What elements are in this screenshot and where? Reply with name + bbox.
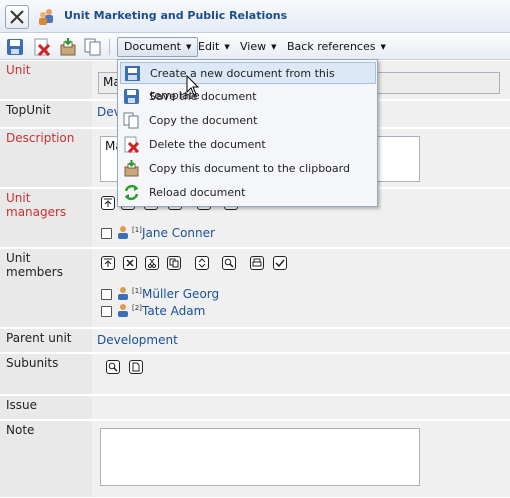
copy-button[interactable] <box>167 256 181 270</box>
menu-item-label: Copy the document <box>149 114 258 127</box>
member-name-link[interactable]: Müller Georg <box>142 287 219 301</box>
issue-label: Issue <box>0 396 92 419</box>
search-button[interactable] <box>222 256 236 270</box>
menu-view[interactable]: View ▼ <box>233 37 284 57</box>
sort-icon <box>198 258 206 268</box>
member-checkbox[interactable] <box>101 289 112 300</box>
close-button[interactable] <box>5 5 29 29</box>
menu-item-create-from-template[interactable]: Create a new document from this template <box>120 62 376 102</box>
search-icon <box>224 258 234 268</box>
search-icon <box>108 362 118 372</box>
cut-button[interactable] <box>145 256 159 270</box>
copy-icon <box>169 258 179 268</box>
copy-to-clipboard-icon[interactable] <box>59 38 77 56</box>
template-icon <box>125 66 140 81</box>
row-issue: Issue <box>0 396 510 420</box>
menu-document[interactable]: Document ▼ <box>117 37 199 57</box>
menu-item-delete[interactable]: Delete the document <box>120 134 376 156</box>
print-button[interactable] <box>250 256 264 270</box>
menu-item-copy-to-clipboard[interactable]: Copy this document to the clipboard <box>120 158 376 180</box>
insert-top-icon <box>104 258 112 267</box>
toolbar-separator <box>109 39 110 55</box>
user-icon <box>118 304 128 317</box>
menu-item-label: Save the document <box>149 90 257 103</box>
insert-top-icon <box>104 198 112 207</box>
clipboard-icon <box>124 160 139 177</box>
note-textarea[interactable] <box>100 428 420 486</box>
menu-item-label: Reload document <box>149 186 246 199</box>
row-note: Note <box>0 421 510 498</box>
menu-edit-label: Edit <box>198 40 220 53</box>
chevron-down-icon: ▼ <box>271 43 277 51</box>
toolbar: Document ▼ Edit ▼ View ▼ Back references ▼ <box>0 34 510 60</box>
confirm-button[interactable] <box>273 256 287 270</box>
manager-index: [1] <box>132 226 142 234</box>
row-subunits: Subunits <box>0 354 510 395</box>
save-icon[interactable] <box>6 38 24 56</box>
delete-document-icon[interactable] <box>33 38 51 56</box>
save-icon <box>124 89 139 104</box>
document-icon <box>132 362 140 372</box>
new-subunit-button[interactable] <box>129 360 143 374</box>
add-first-button[interactable] <box>101 256 115 270</box>
remove-button[interactable] <box>123 256 137 270</box>
user-icon <box>118 226 128 239</box>
note-label: Note <box>0 421 92 497</box>
unit-managers-label: Unit managers <box>0 189 92 247</box>
menu-view-label: View <box>240 40 267 53</box>
chevron-down-icon: ▼ <box>224 43 230 51</box>
menu-edit[interactable]: Edit ▼ <box>191 37 237 57</box>
menu-item-save[interactable]: Save the document <box>120 86 376 108</box>
add-first-button[interactable] <box>101 196 115 210</box>
user-icon <box>118 287 128 300</box>
mouse-cursor-icon <box>186 75 200 96</box>
move-button[interactable] <box>195 256 209 270</box>
check-icon <box>275 259 285 268</box>
menu-back-references[interactable]: Back references ▼ <box>280 37 393 57</box>
reload-icon <box>124 184 139 201</box>
search-button[interactable] <box>106 360 120 374</box>
member-index: [2] <box>132 304 142 312</box>
close-icon <box>126 259 134 267</box>
menu-item-copy[interactable]: Copy the document <box>120 110 376 132</box>
subunits-label: Subunits <box>0 354 92 394</box>
member-name-link[interactable]: Tate Adam <box>142 304 205 318</box>
copy-icon <box>123 112 139 129</box>
manager-checkbox[interactable] <box>101 228 112 239</box>
document-menu-dropdown: Create a new document from this template… <box>117 59 378 207</box>
unit-icon <box>39 9 53 25</box>
manager-name-link[interactable]: Jane Conner <box>142 226 215 240</box>
delete-icon <box>124 136 140 153</box>
row-parent-unit: Parent unit Development <box>0 329 510 353</box>
parent-unit-label: Parent unit <box>0 329 92 352</box>
unit-members-label: Unit members <box>0 249 92 327</box>
copy-document-icon[interactable] <box>84 38 102 56</box>
parent-unit-link[interactable]: Development <box>97 333 178 347</box>
menu-item-label: Delete the document <box>149 138 266 151</box>
member-checkbox[interactable] <box>101 306 112 317</box>
chevron-down-icon: ▼ <box>380 43 386 51</box>
description-label: Description <box>0 129 92 187</box>
title-bar: Unit Marketing and Public Relations <box>0 0 510 33</box>
close-icon <box>10 10 24 24</box>
print-icon <box>252 258 262 267</box>
menu-item-label: Copy this document to the clipboard <box>149 162 350 175</box>
scissors-icon <box>148 258 156 268</box>
unit-label: Unit <box>0 61 92 99</box>
topunit-label: TopUnit <box>0 101 92 127</box>
menu-document-label: Document <box>124 40 181 53</box>
window-title: Unit Marketing and Public Relations <box>64 9 288 22</box>
row-unit-members: Unit members [1] Müller Georg [2] Tate A… <box>0 249 510 328</box>
member-index: [1] <box>132 287 142 295</box>
menu-back-references-label: Back references <box>287 40 376 53</box>
menu-item-reload[interactable]: Reload document <box>120 182 376 204</box>
